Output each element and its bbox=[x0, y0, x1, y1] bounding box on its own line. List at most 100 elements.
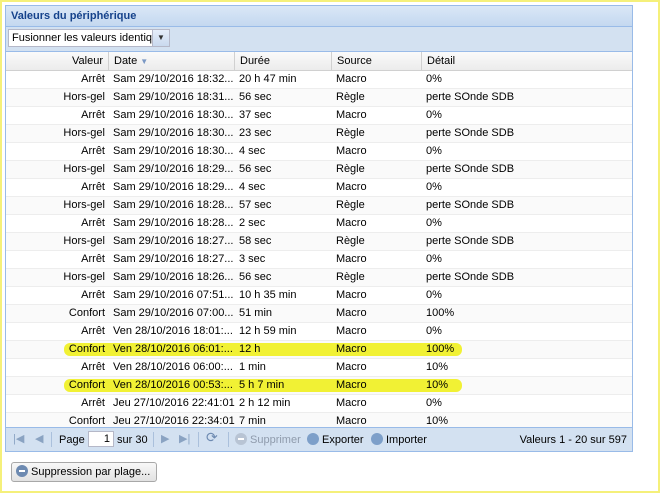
cell-duree: 3 sec bbox=[239, 253, 266, 265]
table-row[interactable]: Arrêt Sam 29/10/2016 18:28... 2 sec Macro 0% bbox=[6, 215, 632, 233]
cell-source: Macro bbox=[336, 343, 367, 355]
cell-detail: 0% bbox=[426, 217, 442, 229]
column-header-valeur[interactable]: Valeur bbox=[6, 52, 109, 70]
import-button[interactable]: Importer bbox=[371, 433, 427, 447]
cell-date: Sam 29/10/2016 18:31... bbox=[113, 91, 234, 103]
cell-date: Sam 29/10/2016 18:30... bbox=[113, 127, 234, 139]
cell-source: Macro bbox=[336, 361, 367, 373]
table-row[interactable]: Arrêt Sam 29/10/2016 18:32... 20 h 47 min M… bbox=[6, 71, 632, 89]
cell-valeur: Confort bbox=[68, 343, 105, 355]
table-row[interactable]: Arrêt Sam 29/10/2016 18:30... 4 sec Macro 0% bbox=[6, 143, 632, 161]
column-header-source[interactable]: Source bbox=[332, 52, 422, 70]
separator bbox=[51, 432, 52, 447]
cell-valeur: Hors-gel bbox=[63, 163, 105, 175]
table-row[interactable]: Arrêt Sam 29/10/2016 18:27... 3 sec Macro 0% bbox=[6, 251, 632, 269]
cell-duree: 1 min bbox=[239, 361, 266, 373]
chevron-down-icon[interactable]: ▼ bbox=[152, 30, 169, 46]
merge-values-combo-text: Fusionner les valeurs identiques bbox=[12, 32, 154, 44]
cell-duree: 12 h bbox=[239, 343, 261, 355]
cell-detail: 0% bbox=[426, 181, 442, 193]
cell-detail: 0% bbox=[426, 289, 442, 301]
page-label: Page bbox=[59, 434, 85, 446]
table-row[interactable]: Arrêt Jeu 27/10/2016 22:41:01 2 h 12 min Ma… bbox=[6, 395, 632, 413]
column-label: Détail bbox=[427, 55, 456, 67]
export-button[interactable]: Exporter bbox=[307, 433, 364, 447]
cell-detail: 0% bbox=[426, 109, 442, 121]
table-row[interactable]: Hors-gel Sam 29/10/2016 18:28... 57 sec Règ… bbox=[6, 197, 632, 215]
table-row[interactable]: Hors-gel Sam 29/10/2016 18:30... 23 sec Règ… bbox=[6, 125, 632, 143]
table-row[interactable]: Arrêt Sam 29/10/2016 18:30... 37 sec Macro 0… bbox=[6, 107, 632, 125]
cell-detail: 100% bbox=[426, 343, 455, 355]
cell-duree: 58 sec bbox=[239, 235, 272, 247]
cell-source: Macro bbox=[336, 73, 367, 85]
table-row[interactable]: Confort Ven 28/10/2016 00:53:... 5 h 7 min… bbox=[6, 377, 632, 395]
export-label: Exporter bbox=[322, 434, 364, 446]
table-row[interactable]: Arrêt Ven 28/10/2016 06:00:... 1 min Macro 1… bbox=[6, 359, 632, 377]
sort-descending-icon: ▼ bbox=[140, 57, 149, 66]
column-label: Valeur bbox=[72, 55, 103, 67]
cell-date: Sam 29/10/2016 18:28... bbox=[113, 217, 234, 229]
table-row[interactable]: Arrêt Sam 29/10/2016 18:29... 4 sec Macro 0% bbox=[6, 179, 632, 197]
cell-source: Règle bbox=[336, 271, 365, 283]
grid-toolbar: Fusionner les valeurs identiques ▼ bbox=[6, 27, 632, 52]
cell-detail: perte SOnde SDB bbox=[426, 271, 515, 283]
table-row[interactable]: Hors-gel Sam 29/10/2016 18:26... 56 sec Règ… bbox=[6, 269, 632, 287]
delete-label: Supprimer bbox=[250, 434, 301, 446]
cell-date: Sam 29/10/2016 18:27... bbox=[113, 253, 234, 265]
import-label: Importer bbox=[386, 434, 427, 446]
cell-date: Ven 28/10/2016 06:01:... bbox=[113, 343, 233, 355]
range-delete-button[interactable]: Suppression par plage... bbox=[11, 462, 158, 482]
cell-date: Ven 28/10/2016 06:00:... bbox=[113, 361, 233, 373]
cell-date: Sam 29/10/2016 07:00... bbox=[113, 307, 234, 319]
cell-detail: 0% bbox=[426, 253, 442, 265]
table-row[interactable]: Confort Ven 28/10/2016 06:01:... 12 h Macro… bbox=[6, 341, 632, 359]
cell-duree: 51 min bbox=[239, 307, 273, 319]
last-page-icon[interactable]: ▶| bbox=[179, 432, 190, 446]
device-values-panel: Valeurs du périphérique Fusionner les va… bbox=[5, 5, 633, 452]
table-row[interactable]: Hors-gel Sam 29/10/2016 18:31... 56 sec Règ… bbox=[6, 89, 632, 107]
cell-duree: 56 sec bbox=[239, 91, 272, 103]
next-page-icon[interactable]: ▶ bbox=[161, 432, 169, 446]
paging-toolbar: |◀ ◀ Page 1 sur 30 ▶ ▶| ⟳ Supprimer Expo… bbox=[6, 427, 632, 451]
cloud-download-icon bbox=[371, 433, 383, 445]
cell-source: Règle bbox=[336, 91, 365, 103]
cell-duree: 10 h 35 min bbox=[239, 289, 297, 301]
cell-valeur: Hors-gel bbox=[63, 235, 105, 247]
cell-detail: 10% bbox=[426, 361, 449, 373]
cell-source: Macro bbox=[336, 289, 367, 301]
cell-source: Règle bbox=[336, 163, 365, 175]
cell-valeur: Hors-gel bbox=[63, 271, 105, 283]
column-header-duree[interactable]: Durée bbox=[235, 52, 332, 70]
column-header-date[interactable]: Date ▼ bbox=[109, 52, 235, 70]
cell-detail: perte SOnde SDB bbox=[426, 199, 515, 211]
table-row[interactable]: Arrêt Sam 29/10/2016 07:51... 10 h 35 min M… bbox=[6, 287, 632, 305]
table-row[interactable]: Confort Sam 29/10/2016 07:00... 51 min Macr… bbox=[6, 305, 632, 323]
cell-detail: 0% bbox=[426, 73, 442, 85]
table-row[interactable]: Arrêt Ven 28/10/2016 18:01:... 12 h 59 min… bbox=[6, 323, 632, 341]
grid-body: Arrêt Sam 29/10/2016 18:32... 20 h 47 min M… bbox=[6, 71, 632, 431]
table-row[interactable]: Hors-gel Sam 29/10/2016 18:29... 56 sec Règ… bbox=[6, 161, 632, 179]
cell-source: Macro bbox=[336, 145, 367, 157]
cell-source: Macro bbox=[336, 379, 367, 391]
column-header-detail[interactable]: Détail bbox=[422, 52, 632, 70]
cell-detail: 0% bbox=[426, 397, 442, 409]
cell-valeur: Arrêt bbox=[81, 397, 105, 409]
cell-date: Sam 29/10/2016 18:29... bbox=[113, 181, 234, 193]
delete-button[interactable]: Supprimer bbox=[235, 433, 301, 447]
merge-values-combo[interactable]: Fusionner les valeurs identiques ▼ bbox=[8, 29, 170, 47]
cell-source: Macro bbox=[336, 307, 367, 319]
remove-icon bbox=[16, 465, 28, 477]
cell-valeur: Arrêt bbox=[81, 145, 105, 157]
cell-date: Sam 29/10/2016 18:28... bbox=[113, 199, 234, 211]
first-page-icon[interactable]: |◀ bbox=[13, 432, 24, 446]
table-row[interactable]: Hors-gel Sam 29/10/2016 18:27... 58 sec Règ… bbox=[6, 233, 632, 251]
previous-page-icon[interactable]: ◀ bbox=[35, 432, 43, 446]
cell-detail: perte SOnde SDB bbox=[426, 91, 515, 103]
separator bbox=[198, 432, 199, 447]
refresh-icon[interactable]: ⟳ bbox=[206, 430, 218, 444]
cell-date: Sam 29/10/2016 18:32... bbox=[113, 73, 234, 85]
cell-valeur: Arrêt bbox=[81, 217, 105, 229]
page-number-input[interactable]: 1 bbox=[88, 431, 114, 447]
paging-summary: Valeurs 1 - 20 sur 597 bbox=[519, 434, 627, 446]
cell-detail: 0% bbox=[426, 325, 442, 337]
